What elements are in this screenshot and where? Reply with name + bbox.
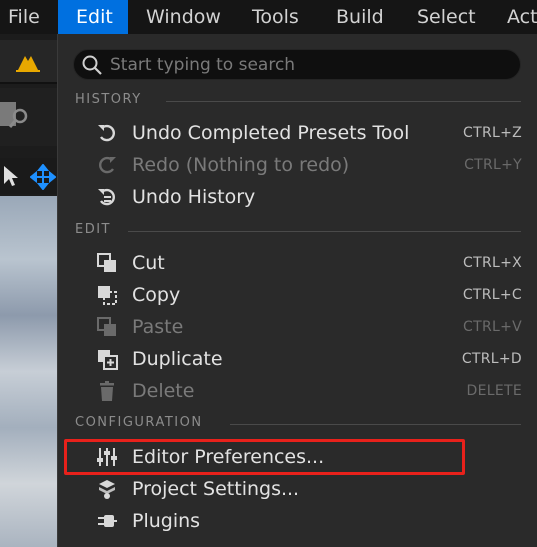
menu-edit[interactable]: Edit [58,0,128,34]
item-shortcut: CTRL+Z [463,125,522,141]
menu-item-redo[interactable]: Redo (Nothing to redo) CTRL+Y [88,150,528,180]
menu-item-copy[interactable]: Copy CTRL+C [88,280,528,310]
menu-item-project-settings[interactable]: Project Settings... [88,474,528,504]
menu-item-undo-history[interactable]: Undo History [88,182,528,212]
search-icon [82,55,102,75]
search-input[interactable] [110,49,510,80]
undo-icon [98,124,115,142]
select-cursor-icon[interactable] [2,164,20,188]
viewport[interactable] [0,196,60,547]
project-settings-icon [99,480,115,499]
item-label: Plugins [132,510,201,532]
duplicate-icon [98,350,118,370]
section-history: HISTORY [75,92,142,107]
menu-select[interactable]: Select [417,0,476,34]
undo-history-icon [98,188,115,206]
menu-actor[interactable]: Act [507,0,537,34]
section-configuration: CONFIGURATION [75,415,203,430]
item-label: Duplicate [132,348,223,370]
copy-icon [98,286,117,305]
content-browser-icon[interactable] [0,98,30,132]
section-divider [230,424,521,425]
item-shortcut: CTRL+Y [464,157,522,173]
item-label: Paste [132,316,184,338]
section-edit: EDIT [75,222,111,237]
cut-icon [97,253,116,272]
item-shortcut: DELETE [466,383,522,399]
move-tool-icon[interactable] [30,164,56,190]
warning-icon [16,56,40,72]
trash-icon [100,381,114,401]
item-label: Undo History [132,186,256,208]
item-label: Redo (Nothing to redo) [132,154,350,176]
item-label: Delete [132,380,195,402]
menu-window[interactable]: Window [146,0,221,34]
item-shortcut: CTRL+X [463,255,522,271]
menu-item-plugins[interactable]: Plugins [88,506,528,536]
item-label: Copy [132,284,181,306]
menu-item-paste[interactable]: Paste CTRL+V [88,312,528,342]
item-shortcut: CTRL+V [463,319,522,335]
menu-item-duplicate[interactable]: Duplicate CTRL+D [88,344,528,374]
menu-bar: File Edit Window Tools Build Select Act [0,0,537,34]
item-label: Project Settings... [132,478,300,500]
menu-file[interactable]: File [8,0,40,34]
section-divider [166,101,521,102]
menu-item-cut[interactable]: Cut CTRL+X [88,248,528,278]
item-label: Cut [132,252,165,274]
item-shortcut: CTRL+C [462,287,522,303]
menu-build[interactable]: Build [336,0,384,34]
item-label: Undo Completed Presets Tool [132,122,410,144]
item-shortcut: CTRL+D [461,351,522,367]
redo-icon [99,156,116,174]
menu-tools[interactable]: Tools [252,0,299,34]
paste-icon [97,317,116,336]
highlight-box [64,439,465,475]
section-divider [128,231,521,232]
menu-item-delete[interactable]: Delete DELETE [88,376,528,406]
menu-item-undo[interactable]: Undo Completed Presets Tool CTRL+Z [88,118,528,148]
plugin-icon [98,515,117,527]
